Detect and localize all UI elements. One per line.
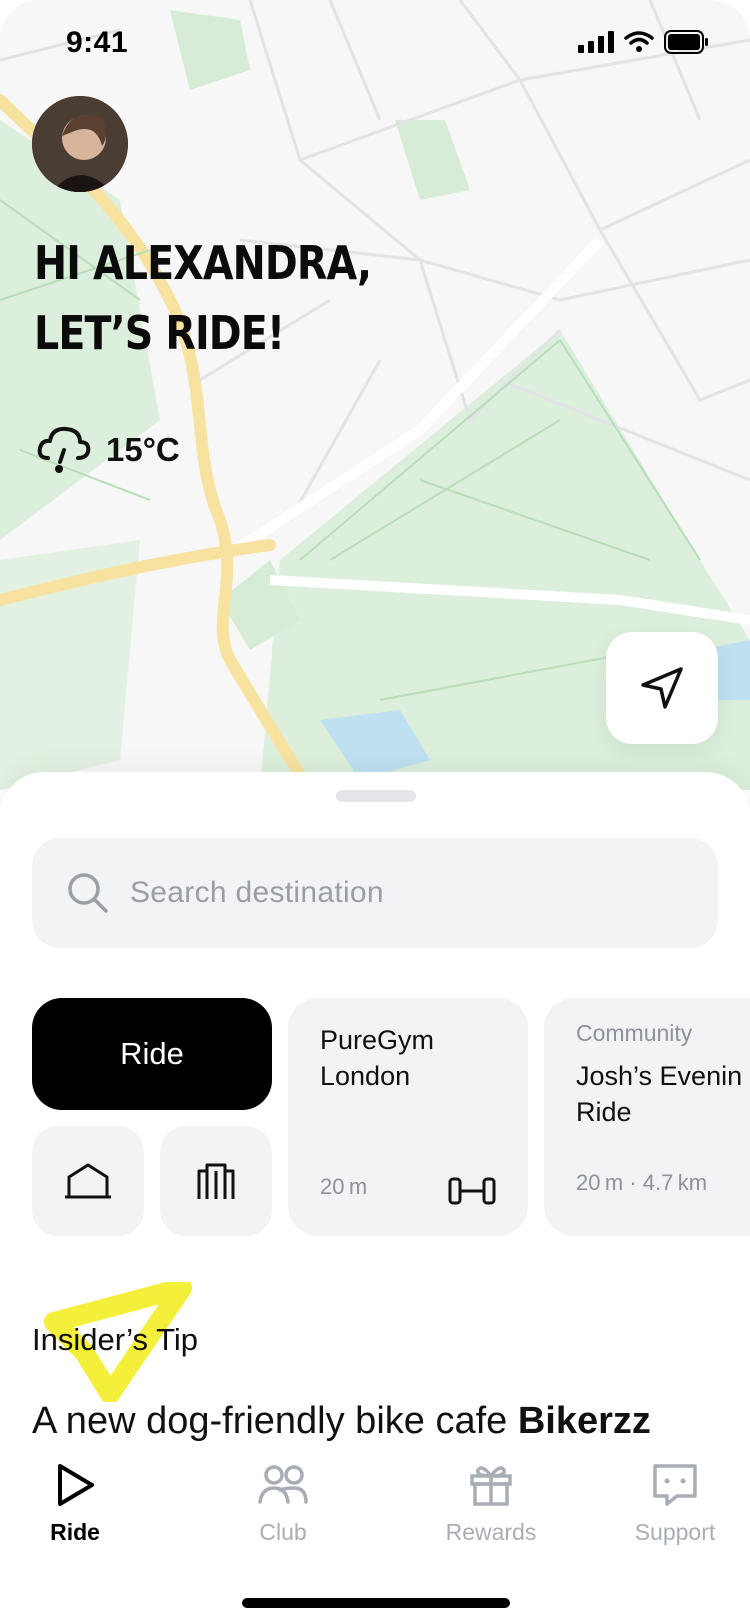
battery-icon <box>664 30 708 54</box>
avatar[interactable] <box>32 96 128 192</box>
home-indicator[interactable] <box>242 1598 510 1608</box>
dumbbell-icon <box>448 1177 496 1205</box>
temperature: 15°C <box>106 431 180 468</box>
wifi-icon <box>624 31 654 52</box>
gift-icon <box>470 1466 512 1506</box>
tab-ride-label: Ride <box>50 1519 100 1545</box>
work-shortcut-button[interactable] <box>160 1126 272 1236</box>
insider-tip-text-bold: Bikerzz <box>517 1400 651 1442</box>
locate-me-button[interactable] <box>606 632 718 744</box>
sheet-handle[interactable] <box>336 790 416 802</box>
community-ride-title-line-1: Josh’s Evenin <box>576 1061 743 1091</box>
greeting-line-2: LET’S RIDE! <box>34 306 285 360</box>
users-icon <box>258 1465 308 1504</box>
status-bar: 9:41 <box>0 0 750 92</box>
tab-ride[interactable]: Ride <box>0 1462 160 1546</box>
place-card-title: PureGym London <box>320 1022 434 1094</box>
greeting-line-1: HI ALEXANDRA, <box>34 236 372 290</box>
tab-club[interactable]: Club <box>198 1462 368 1546</box>
insider-tip-text-start: A new dog-friendly bike cafe <box>32 1400 518 1442</box>
community-ride-meta: 20 m · 4.7 km <box>576 1170 708 1195</box>
place-card-meta: 20 m <box>320 1174 368 1199</box>
tab-rewards-label: Rewards <box>445 1519 537 1545</box>
place-card-title-line-1: PureGym <box>320 1025 435 1055</box>
navigation-arrow-icon <box>641 667 683 709</box>
chat-icon <box>653 1464 697 1506</box>
cloud-rain-icon <box>37 426 91 473</box>
community-ride-card[interactable]: Community Josh’s Evenin Ride 20 m · 4.7 … <box>544 998 750 1236</box>
ride-button[interactable]: Ride <box>32 998 272 1110</box>
tab-support-label: Support <box>634 1519 716 1545</box>
tab-support[interactable]: Support <box>590 1462 750 1546</box>
community-ride-category: Community <box>576 1020 693 1046</box>
building-icon <box>197 1163 235 1199</box>
tab-club-label: Club <box>259 1519 307 1545</box>
greeting-title: HI ALEXANDRA, LET’S RIDE! <box>34 228 372 368</box>
search-icon <box>68 873 108 913</box>
weather-widget: 15°C <box>36 424 180 476</box>
status-time: 9:41 <box>66 26 129 59</box>
avatar-photo <box>32 96 128 192</box>
place-card-puregym[interactable]: PureGym London 20 m <box>288 998 528 1236</box>
search-placeholder: Search destination <box>130 876 384 909</box>
app-screen: 9:41 HI ALEXANDRA, LET’S RIDE! 15°C Sear… <box>0 0 750 1624</box>
insider-tip-text: A new dog-friendly bike cafe Bikerzz <box>32 1400 651 1443</box>
play-icon <box>58 1464 94 1506</box>
home-icon <box>65 1163 111 1199</box>
search-bar[interactable]: Search destination <box>32 838 718 948</box>
tab-rewards[interactable]: Rewards <box>406 1462 576 1546</box>
community-ride-title-line-2: Ride <box>576 1097 632 1127</box>
tab-bar: Ride Club Rewards Support <box>0 1452 750 1624</box>
insider-tip-heading: Insider’s Tip <box>32 1322 198 1357</box>
community-ride-title: Josh’s Evenin Ride <box>576 1058 742 1130</box>
place-card-title-line-2: London <box>320 1061 411 1091</box>
signal-icon <box>578 31 614 53</box>
home-shortcut-button[interactable] <box>32 1126 144 1236</box>
